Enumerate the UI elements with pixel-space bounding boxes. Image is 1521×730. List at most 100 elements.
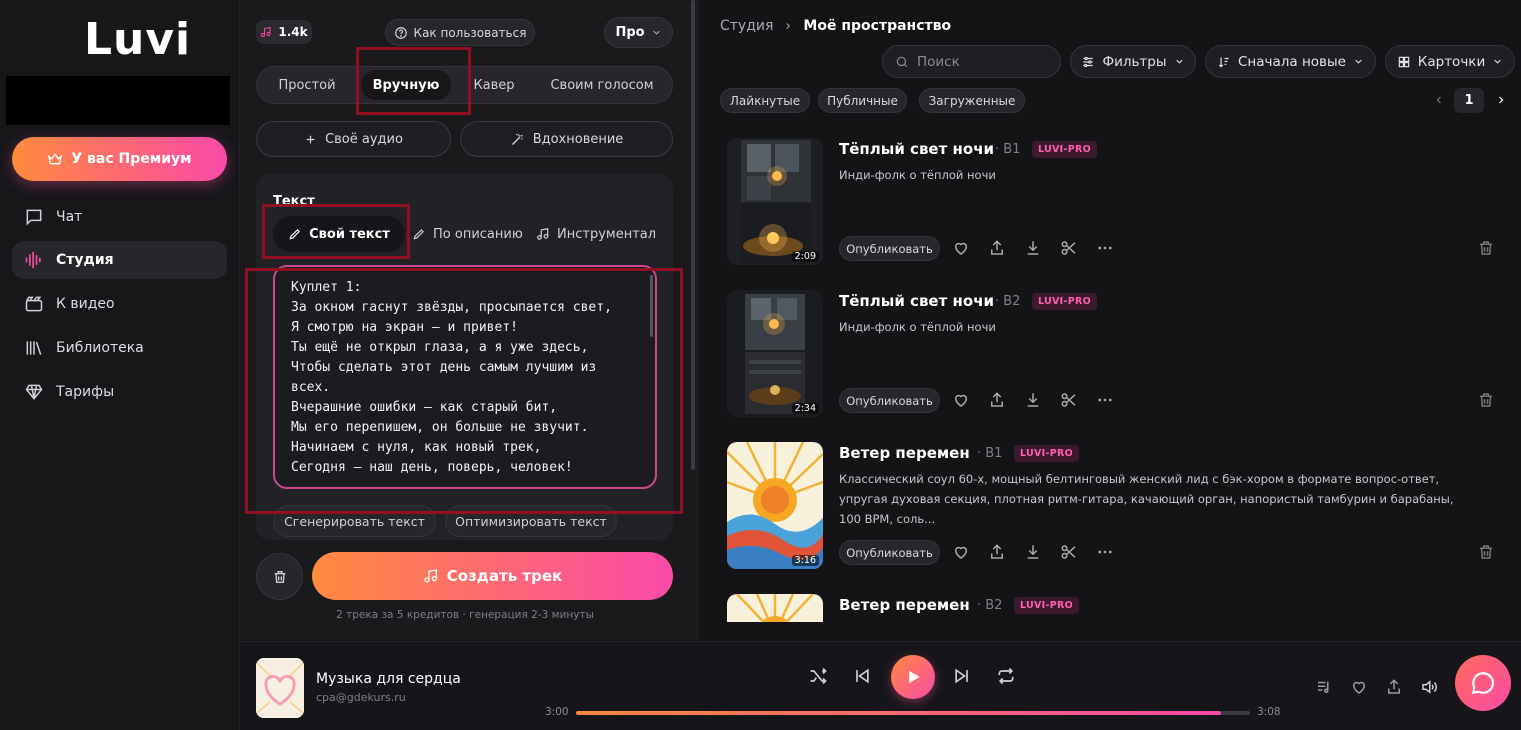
tab-own-voice[interactable]: Своим голосом bbox=[537, 67, 667, 103]
shuffle-icon[interactable] bbox=[808, 666, 828, 686]
chip-liked[interactable]: Лайкнутые bbox=[720, 88, 810, 113]
track-title[interactable]: Тёплый свет ночи bbox=[839, 292, 994, 310]
track-card[interactable]: 2:34 Тёплый свет ночи · B2 LUVI-PRO Инди… bbox=[727, 290, 1507, 420]
breadcrumb: Студия Моё пространство bbox=[720, 18, 951, 34]
player-title[interactable]: Музыка для сердца bbox=[316, 671, 461, 687]
sidebar-item-chat[interactable]: Чат bbox=[12, 198, 227, 236]
lyrics-scrollbar[interactable] bbox=[650, 275, 653, 337]
sort-icon bbox=[1218, 56, 1229, 67]
music-note-icon bbox=[424, 569, 437, 583]
search-input[interactable]: Поиск bbox=[882, 45, 1061, 78]
more-icon[interactable] bbox=[1096, 543, 1114, 561]
share-icon[interactable] bbox=[988, 543, 1006, 561]
track-cover[interactable] bbox=[727, 594, 823, 622]
more-icon[interactable] bbox=[1096, 239, 1114, 257]
repeat-icon[interactable] bbox=[996, 666, 1016, 686]
tab-instrumental[interactable]: Инструментал bbox=[536, 216, 656, 252]
crown-icon bbox=[48, 153, 63, 165]
trash-icon[interactable] bbox=[1477, 543, 1495, 561]
track-cover[interactable]: 2:09 bbox=[727, 138, 823, 265]
sidebar-item-label: Тарифы bbox=[56, 384, 115, 400]
share-icon[interactable] bbox=[1385, 678, 1403, 696]
inspiration-button[interactable]: Вдохновение bbox=[460, 121, 673, 157]
track-title[interactable]: Ветер перемен bbox=[839, 596, 970, 614]
heart-icon[interactable] bbox=[952, 543, 970, 561]
tab-simple[interactable]: Простой bbox=[257, 67, 357, 103]
optimize-text-button[interactable]: Оптимизировать текст bbox=[445, 505, 617, 537]
heart-icon[interactable] bbox=[1350, 678, 1368, 696]
luvi-pro-badge: LUVI-PRO bbox=[1014, 597, 1080, 614]
logo[interactable]: Luvi bbox=[18, 14, 191, 66]
publish-button[interactable]: Опубликовать bbox=[839, 236, 940, 261]
track-cover[interactable]: 3:16 bbox=[727, 442, 823, 569]
tab-label: Инструментал bbox=[557, 226, 657, 242]
clear-button[interactable] bbox=[256, 553, 303, 600]
more-icon[interactable] bbox=[1096, 391, 1114, 409]
chat-support-button[interactable] bbox=[1455, 655, 1511, 711]
chat-bubble-icon bbox=[1471, 672, 1494, 695]
generate-text-button[interactable]: Сгенерировать текст bbox=[273, 505, 436, 537]
tab-by-description[interactable]: По описанию bbox=[412, 216, 523, 252]
trash-icon[interactable] bbox=[1477, 391, 1495, 409]
tab-own-text[interactable]: Свой текст bbox=[273, 216, 405, 252]
track-card[interactable]: 3:16 Ветер перемен · B1 LUVI-PRO Классич… bbox=[727, 442, 1507, 572]
create-track-label: Создать трек bbox=[446, 567, 563, 585]
download-icon[interactable] bbox=[1024, 543, 1042, 561]
sidebar-item-studio[interactable]: Студия bbox=[12, 241, 227, 279]
search-placeholder: Поиск bbox=[917, 53, 960, 70]
track-cover[interactable]: 2:34 bbox=[727, 290, 823, 417]
scissors-icon[interactable] bbox=[1060, 543, 1078, 561]
current-page[interactable]: 1 bbox=[1454, 88, 1484, 113]
play-button[interactable] bbox=[891, 655, 935, 699]
progress-bar[interactable] bbox=[576, 711, 1250, 715]
queue-icon[interactable] bbox=[1315, 678, 1333, 696]
sort-dropdown[interactable]: Сначала новые bbox=[1205, 45, 1376, 78]
previous-icon[interactable] bbox=[852, 666, 872, 686]
credits-badge[interactable]: 1.4k bbox=[256, 20, 312, 44]
track-title[interactable]: Ветер перемен bbox=[839, 444, 970, 462]
sidebar-item-video[interactable]: К видео bbox=[12, 285, 227, 323]
tab-label: По описанию bbox=[433, 226, 523, 242]
track-card[interactable]: 2:09 Тёплый свет ночи · B1 LUVI-PRO Инди… bbox=[727, 138, 1507, 268]
studio-scrollbar[interactable] bbox=[691, 0, 695, 470]
next-page-icon[interactable] bbox=[1495, 94, 1507, 106]
heart-icon[interactable] bbox=[952, 391, 970, 409]
filters-dropdown[interactable]: Фильтры bbox=[1070, 45, 1196, 78]
heart-icon[interactable] bbox=[952, 239, 970, 257]
track-title[interactable]: Тёплый свет ночи bbox=[839, 140, 994, 158]
breadcrumb-root[interactable]: Студия bbox=[720, 18, 773, 34]
track-description: Инди-фолк о тёплой ночи bbox=[839, 320, 996, 334]
trash-icon[interactable] bbox=[1477, 239, 1495, 257]
chip-public[interactable]: Публичные bbox=[818, 88, 907, 113]
track-card[interactable]: Ветер перемен · B2 LUVI-PRO bbox=[727, 594, 1507, 622]
sidebar-item-pricing[interactable]: Тарифы bbox=[12, 373, 227, 411]
prev-page-icon[interactable] bbox=[1433, 94, 1445, 106]
download-icon[interactable] bbox=[1024, 239, 1042, 257]
share-icon[interactable] bbox=[988, 391, 1006, 409]
tab-manual[interactable]: Вручную bbox=[361, 70, 451, 100]
premium-button[interactable]: У вас Премиум bbox=[12, 137, 227, 181]
tab-cover[interactable]: Кавер bbox=[455, 67, 533, 103]
howto-button[interactable]: Как пользоваться bbox=[385, 19, 535, 46]
sort-label: Сначала новые bbox=[1238, 53, 1346, 70]
publish-button[interactable]: Опубликовать bbox=[839, 388, 940, 413]
total-time: 3:08 bbox=[1257, 706, 1281, 718]
sidebar-item-library[interactable]: Библиотека bbox=[12, 329, 227, 367]
volume-icon[interactable] bbox=[1420, 678, 1438, 696]
scissors-icon[interactable] bbox=[1060, 239, 1078, 257]
lyrics-textarea[interactable]: Куплет 1: За окном гаснут звёзды, просып… bbox=[273, 265, 657, 489]
scissors-icon[interactable] bbox=[1060, 391, 1078, 409]
luvi-pro-badge: LUVI-PRO bbox=[1014, 445, 1080, 462]
own-audio-button[interactable]: Своё аудио bbox=[256, 121, 451, 157]
view-dropdown[interactable]: Карточки bbox=[1385, 45, 1515, 78]
model-select[interactable]: Про bbox=[604, 17, 673, 48]
chip-uploaded[interactable]: Загруженные bbox=[919, 88, 1025, 113]
create-track-button[interactable]: Создать трек bbox=[312, 552, 673, 600]
next-icon[interactable] bbox=[952, 666, 972, 686]
publish-button[interactable]: Опубликовать bbox=[839, 540, 940, 565]
chevron-down-icon bbox=[1175, 59, 1183, 64]
share-icon[interactable] bbox=[988, 239, 1006, 257]
player-cover[interactable] bbox=[256, 658, 304, 718]
player-bar: Музыка для сердца cpa@gdekurs.ru 3:00 3:… bbox=[240, 641, 1521, 730]
download-icon[interactable] bbox=[1024, 391, 1042, 409]
